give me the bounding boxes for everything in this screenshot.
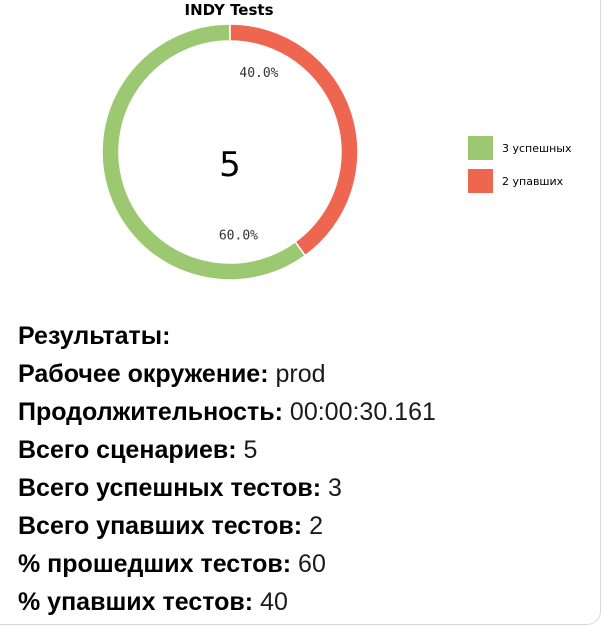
environment-value: prod [275, 360, 326, 388]
environment-row: Рабочее окружение: prod [18, 355, 598, 393]
pie-slice-1 [101, 23, 307, 281]
legend-label-1: 3 успешных [502, 142, 572, 155]
legend-swatch-2 [468, 169, 493, 193]
scenarios-value: 5 [243, 436, 258, 464]
passed-value: 3 [328, 474, 342, 502]
pie-slice-label-2: 40.0% [239, 66, 278, 81]
pct-passed-label: % прошедших тестов: [18, 550, 292, 578]
legend-swatch-1 [468, 136, 493, 160]
pct-failed-value: 40 [260, 588, 288, 616]
scenarios-label: Всего сценариев: [18, 436, 237, 464]
pct-passed-row: % прошедших тестов: 60 [18, 545, 598, 583]
pct-failed-row: % упавших тестов: 40 [18, 583, 598, 621]
duration-value: 00:00:30.161 [289, 398, 436, 426]
failed-value: 2 [309, 512, 323, 540]
failed-row: Всего упавших тестов: 2 [18, 507, 598, 545]
center-total: 5 [219, 145, 241, 185]
pie-chart: INDY Tests 60.0% 40.0% 5 3 успешных 2 упав… [101, 1, 572, 281]
legend-label-2: 2 упавших [502, 175, 564, 188]
results-heading: Результаты: [18, 322, 171, 350]
duration-label: Продолжительность: [18, 398, 283, 426]
chart-legend: 3 успешных 2 упавших [468, 136, 572, 193]
passed-row: Всего успешных тестов: 3 [18, 469, 598, 507]
pie-slice-2 [229, 23, 359, 257]
failed-label: Всего упавших тестов: [18, 512, 303, 540]
pie-slice-label-1: 60.0% [219, 229, 258, 244]
environment-label: Рабочее окружение: [18, 360, 269, 388]
duration-row: Продолжительность: 00:00:30.161 [18, 393, 598, 431]
report-card: INDY Tests 60.0% 40.0% 5 3 успешных 2 упав… [0, 0, 601, 625]
scenarios-row: Всего сценариев: 5 [18, 431, 598, 469]
results-summary: Результаты: Рабочее окружение: prod Прод… [18, 317, 598, 621]
pct-failed-label: % упавших тестов: [18, 588, 254, 616]
chart-title: INDY Tests [184, 1, 273, 19]
pct-passed-value: 60 [298, 550, 326, 578]
passed-label: Всего успешных тестов: [18, 474, 322, 502]
